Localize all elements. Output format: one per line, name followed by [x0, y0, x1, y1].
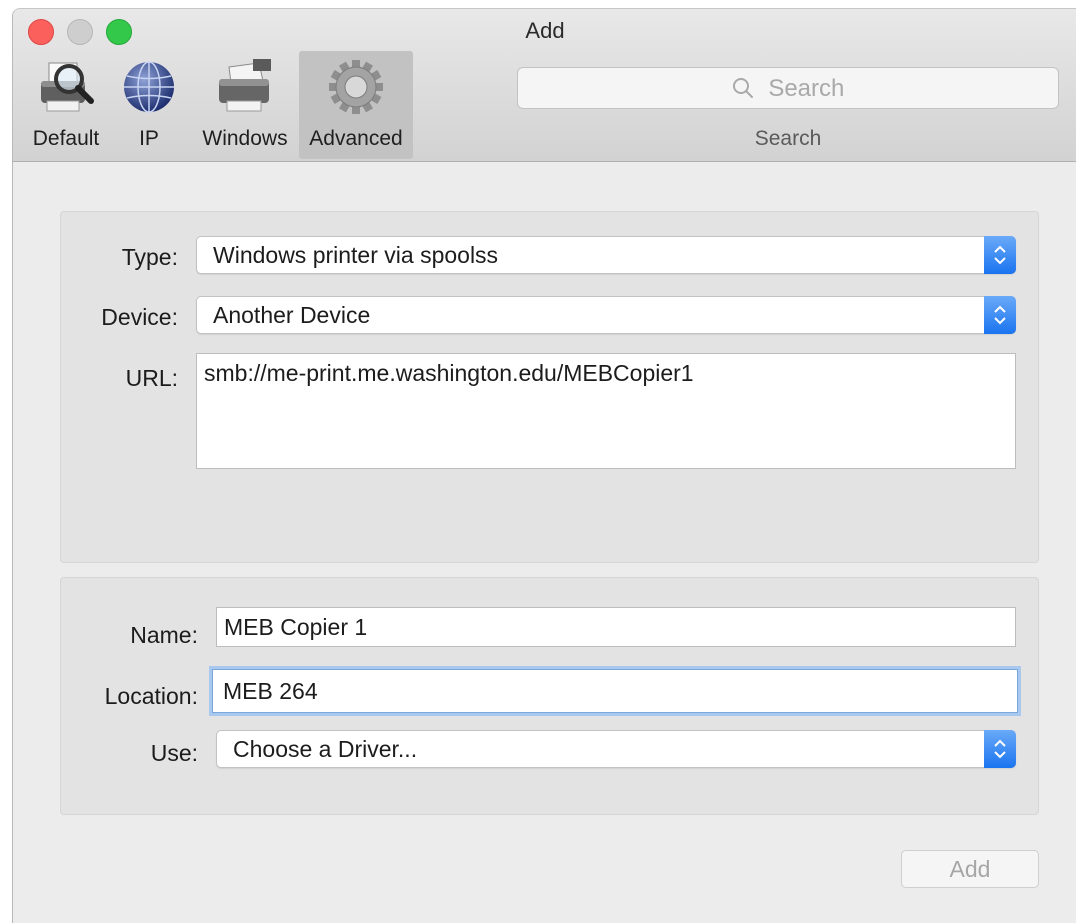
url-field[interactable]: smb://me-print.me.washington.edu/MEBCopi…	[196, 353, 1016, 469]
driver-value: Choose a Driver...	[233, 736, 418, 762]
toolbar-windows[interactable]: Windows	[195, 51, 295, 159]
search-placeholder: Search	[768, 75, 845, 102]
type-value: Windows printer via spoolss	[213, 242, 499, 268]
search-placeholder-wrap: Search	[518, 75, 1058, 103]
type-label: Type:	[121, 244, 178, 270]
name-label: Name:	[130, 622, 198, 648]
toolbar-ip[interactable]: IP	[117, 51, 181, 159]
use-label: Use:	[150, 740, 198, 766]
type-stepper	[984, 236, 1016, 274]
url-value: smb://me-print.me.washington.edu/MEBCopi…	[204, 360, 694, 386]
add-button[interactable]: Add	[901, 850, 1039, 888]
search-icon	[732, 75, 769, 102]
toolbar-advanced-label: Advanced	[309, 127, 403, 150]
toolbar-ip-label: IP	[139, 127, 159, 150]
windows-printer-icon	[213, 57, 277, 120]
connection-panel: Type: Windows printer via spoolss Device…	[60, 211, 1039, 563]
title-toolbar: Add Default IP Windows Advanced Search S…	[13, 9, 1076, 162]
advanced-gear-icon	[325, 57, 387, 122]
device-popup[interactable]: Another Device	[196, 296, 1016, 334]
location-field[interactable]: MEB 264	[212, 669, 1018, 713]
add-printer-window: Add Default IP Windows Advanced Search S…	[12, 8, 1076, 923]
toolbar-advanced[interactable]: Advanced	[299, 51, 413, 159]
url-label: URL:	[125, 365, 178, 391]
toolbar-default[interactable]: Default	[23, 51, 109, 159]
location-label: Location:	[104, 683, 198, 709]
driver-popup[interactable]: Choose a Driver...	[216, 730, 1016, 768]
search-caption: Search	[754, 127, 822, 150]
chevron-up-down-icon	[994, 245, 1006, 265]
toolbar-windows-label: Windows	[202, 127, 288, 150]
location-value: MEB 264	[223, 678, 318, 704]
window-title: Add	[525, 18, 565, 43]
device-value: Another Device	[213, 302, 371, 328]
toolbar-default-label: Default	[32, 127, 100, 150]
device-label: Device:	[101, 304, 178, 330]
chevron-up-down-icon	[994, 305, 1006, 325]
name-field[interactable]: MEB Copier 1	[216, 607, 1016, 647]
ip-globe-icon	[121, 57, 177, 120]
driver-stepper	[984, 730, 1016, 768]
name-value: MEB Copier 1	[224, 614, 368, 640]
chevron-up-down-icon	[994, 739, 1006, 759]
default-printer-icon	[35, 57, 97, 122]
device-stepper	[984, 296, 1016, 334]
type-popup[interactable]: Windows printer via spoolss	[196, 236, 1016, 274]
printer-info-panel: Name: MEB Copier 1 Location: MEB 264 Use…	[60, 577, 1039, 815]
search-field[interactable]: Search	[517, 67, 1059, 109]
